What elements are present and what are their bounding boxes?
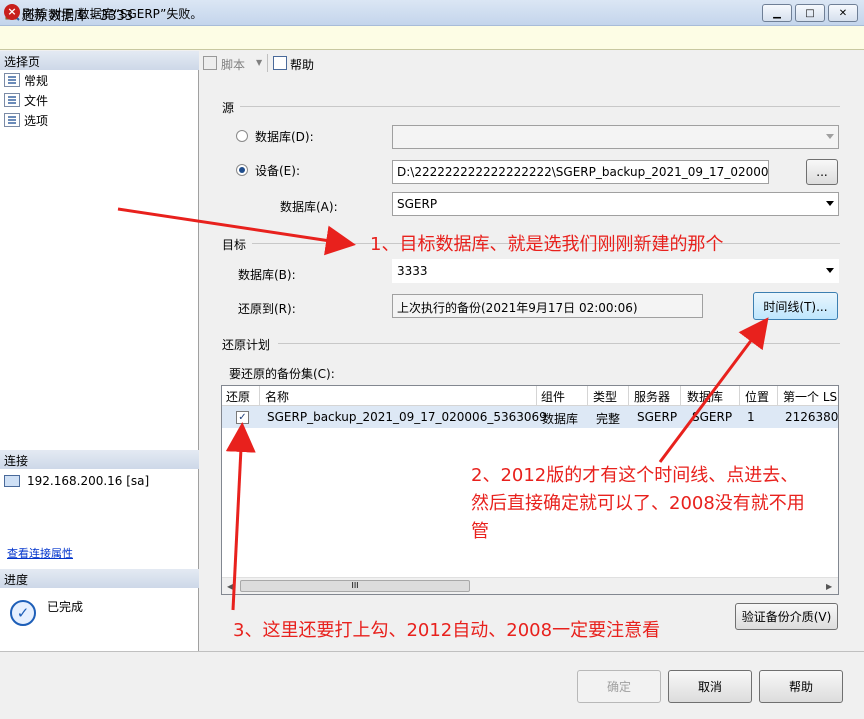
column-separator — [536, 386, 537, 406]
connection-header: 连接 — [0, 450, 199, 469]
script-dropdown-icon[interactable]: ▼ — [256, 58, 262, 67]
source-database-select[interactable]: SGERP — [392, 192, 839, 216]
target-database-label: 数据库(B): — [238, 268, 296, 282]
left-panel: 选择页 常规 文件 选项 连接 进度 — [0, 51, 199, 651]
cancel-button[interactable]: 取消 — [668, 670, 752, 703]
close-icon: ✕ — [838, 7, 848, 19]
restore-to-field: 上次执行的备份(2021年9月17日 02:00:06) — [392, 294, 703, 318]
backupsets-label: 要还原的备份集(C): — [229, 367, 335, 381]
toolbar-separator — [267, 54, 268, 72]
chevron-down-icon — [826, 201, 834, 206]
database-radio[interactable] — [236, 130, 248, 142]
annotation-3: 3、这里还要打上勾、2012自动、2008一定要注意看 — [233, 620, 661, 641]
error-bar — [0, 26, 864, 50]
scroll-left-icon[interactable]: ◀ — [227, 582, 233, 591]
source-database-combo — [392, 125, 839, 149]
device-radio-label: 设备(E): — [255, 164, 300, 178]
source-group-header: 源 — [222, 101, 235, 115]
column-header[interactable]: 还原 — [226, 388, 250, 405]
column-separator — [777, 386, 778, 406]
column-header[interactable]: 类型 — [593, 388, 617, 405]
cell-position: 1 — [747, 410, 755, 424]
backupsets-grid[interactable]: 还原 名称 组件 类型 服务器 数据库 位置 第一个 LSN ✓ SGERP_b… — [221, 385, 839, 595]
progress-status: 已完成 — [47, 600, 84, 614]
pages-header: 选择页 — [0, 51, 199, 70]
column-separator — [680, 386, 681, 406]
database-radio-label: 数据库(D): — [255, 130, 314, 144]
help-icon — [273, 56, 287, 70]
cell-type: 完整 — [596, 412, 621, 426]
device-radio[interactable] — [236, 164, 248, 176]
ok-button[interactable]: 确定 — [577, 670, 661, 703]
cell-component: 数据库 — [542, 412, 579, 426]
scroll-right-icon[interactable]: ▶ — [826, 582, 832, 591]
annotation-1: 1、目标数据库、就是选我们刚刚新建的那个 — [370, 234, 724, 255]
annotation-2-line2: 然后直接确定就可以了、2008没有就不用 — [471, 493, 805, 514]
minimize-icon: ▁ — [773, 7, 781, 19]
chevron-down-icon — [826, 268, 834, 273]
annotation-2-line3: 管 — [471, 521, 489, 542]
target-database-select[interactable]: 3333 — [392, 259, 839, 283]
page-icon — [4, 73, 20, 87]
page-label: 选项 — [24, 113, 49, 128]
scrollbar-thumb[interactable]: III — [240, 580, 470, 592]
target-group-header: 目标 — [222, 238, 247, 252]
page-item-options[interactable]: 选项 — [4, 111, 48, 129]
column-header[interactable]: 组件 — [541, 388, 565, 405]
help-toolbar-button[interactable]: 帮助 — [290, 56, 314, 73]
column-separator — [628, 386, 629, 406]
minimize-button[interactable]: ▁ — [762, 4, 792, 22]
column-separator — [259, 386, 260, 406]
script-button[interactable]: 脚本 — [221, 56, 245, 73]
page-item-general[interactable]: 常规 — [4, 71, 48, 89]
chevron-down-icon — [826, 134, 834, 139]
help-button[interactable]: 帮助 — [759, 670, 843, 703]
maximize-icon: □ — [805, 7, 815, 19]
target-database-value: 3333 — [397, 264, 428, 278]
restore-to-label: 还原到(R): — [238, 302, 296, 316]
cell-database: SGERP — [692, 410, 733, 424]
source-database-value: SGERP — [397, 197, 438, 211]
error-message: 刷新 对于 数据库“SGERP”失败。 — [22, 7, 203, 21]
restore-checkbox[interactable]: ✓ — [236, 411, 249, 424]
column-header[interactable]: 第一个 LSN — [783, 388, 838, 405]
error-icon: × — [4, 4, 20, 20]
table-row[interactable]: ✓ SGERP_backup_2021_09_17_020006_5363069… — [222, 406, 838, 428]
checkmark-icon: ✓ — [10, 600, 36, 626]
page-label: 文件 — [24, 93, 49, 108]
close-button[interactable]: ✕ — [828, 4, 858, 22]
column-header[interactable]: 名称 — [265, 388, 289, 405]
verify-backup-media-button[interactable]: 验证备份介质(V) — [735, 603, 838, 630]
column-header[interactable]: 数据库 — [687, 388, 723, 405]
page-label: 常规 — [24, 73, 49, 88]
server-icon — [4, 475, 20, 487]
maximize-button[interactable]: □ — [795, 4, 825, 22]
column-header[interactable]: 位置 — [745, 388, 769, 405]
column-header[interactable]: 服务器 — [634, 388, 670, 405]
device-path-field[interactable]: D:\222222222222222222\SGERP_backup_2021_… — [392, 160, 769, 184]
progress-header: 进度 — [0, 569, 199, 588]
column-separator — [587, 386, 588, 406]
cell-server: SGERP — [637, 410, 678, 424]
divider — [0, 651, 864, 652]
script-icon — [203, 56, 217, 70]
page-icon — [4, 113, 20, 127]
browse-button[interactable]: ... — [806, 159, 838, 185]
cell-first-lsn: 21263800 — [785, 410, 839, 424]
annotation-2-line1: 2、2012版的才有这个时间线、点进去、 — [471, 465, 799, 486]
grid-header: 还原 名称 组件 类型 服务器 数据库 位置 第一个 LSN — [222, 386, 838, 406]
source-database-label: 数据库(A): — [280, 200, 338, 214]
page-item-files[interactable]: 文件 — [4, 91, 48, 109]
divider — [240, 106, 840, 107]
page-icon — [4, 93, 20, 107]
cell-name: SGERP_backup_2021_09_17_020006_5363069 — [267, 410, 547, 424]
divider — [278, 343, 840, 344]
horizontal-scrollbar[interactable]: ◀ III ▶ — [222, 577, 838, 594]
timeline-button[interactable]: 时间线(T)... — [753, 292, 838, 320]
column-separator — [739, 386, 740, 406]
connection-value: 192.168.200.16 [sa] — [27, 474, 150, 488]
restore-plan-header: 还原计划 — [222, 338, 271, 352]
view-connection-properties-link[interactable]: 查看连接属性 — [7, 545, 73, 561]
